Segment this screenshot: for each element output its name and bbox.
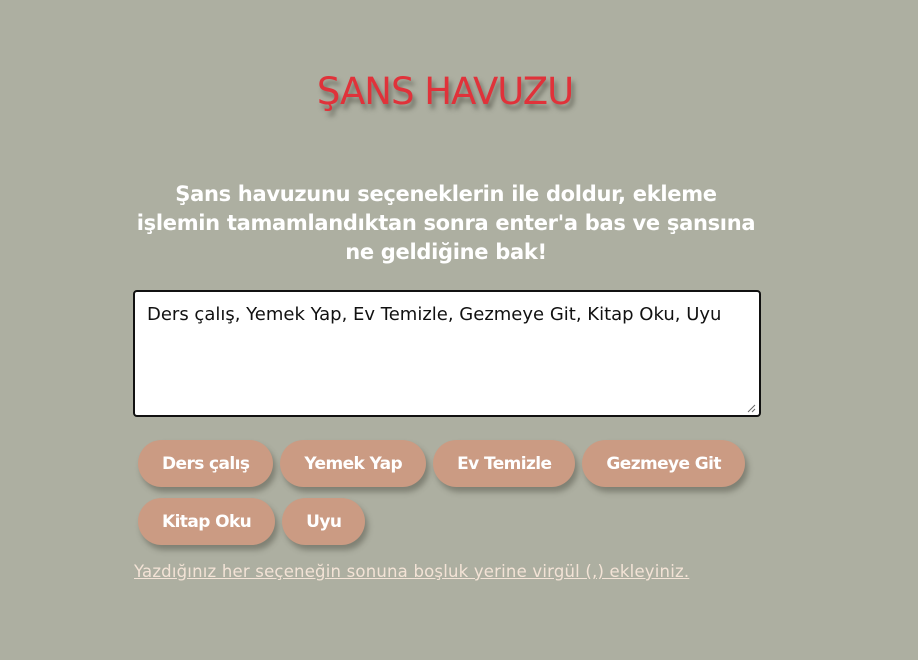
tag-kitap-oku[interactable]: Kitap Oku [138, 498, 276, 545]
page-title: ŞANS HAVUZU [316, 70, 574, 113]
tag-gezmeye-git[interactable]: Gezmeye Git [582, 440, 745, 487]
tag-ev-temizle[interactable]: Ev Temizle [433, 440, 576, 487]
tag-uyu[interactable]: Uyu [282, 498, 366, 545]
tag-ders-calis[interactable]: Ders çalış [138, 440, 274, 487]
instructions-text: Şans havuzunu seçeneklerin ile doldur, e… [136, 182, 756, 264]
choices-textarea[interactable]: Ders çalış, Yemek Yap, Ev Temizle, Gezme… [133, 290, 761, 417]
tags-container: Ders çalış Yemek Yap Ev Temizle Gezmeye … [138, 440, 778, 545]
tag-yemek-yap[interactable]: Yemek Yap [280, 440, 427, 487]
resize-handle-icon[interactable] [746, 403, 756, 413]
hint-text: Yazdığınız her seçeneğin sonuna boşluk y… [134, 562, 690, 581]
